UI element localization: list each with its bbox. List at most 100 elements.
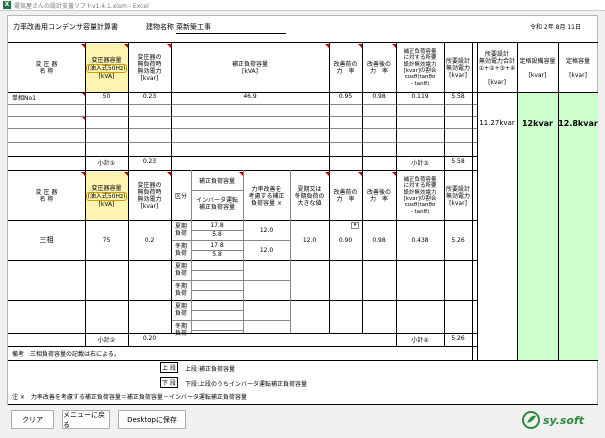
season-header: 夏期又は 冬期負荷の 大きな値 (294, 185, 325, 207)
pf-after-1[interactable]: 0.98 (362, 93, 396, 100)
transformer-name-1[interactable]: 単相No1 (12, 93, 36, 102)
grid-line (444, 170, 445, 346)
total-header: 所要設計 無効電力合計 ①+②+③+④ [kvar] (478, 50, 516, 86)
winter-improve-value: 12.0 (259, 246, 274, 254)
pf-after-header-2: 改善後の力 率 (366, 189, 391, 203)
grid-line (472, 42, 473, 360)
grid-line (191, 290, 243, 291)
subtotal-4-value: 5.26 (451, 335, 465, 342)
grid-line (362, 42, 363, 170)
noload-header-2: 変圧器の 無負荷時 無効電力 [kvar] (137, 182, 162, 210)
grid-line (8, 128, 477, 129)
summer-inverter-value[interactable]: 5.8 (191, 230, 243, 239)
grid-line (8, 142, 477, 143)
summer-label-2: 夏期 負荷 (174, 263, 187, 277)
grid-line (8, 404, 598, 405)
building-name[interactable]: 菜新築工事 (176, 22, 286, 34)
transformer-name-2[interactable]: 三相 (8, 220, 85, 260)
grid-line (171, 240, 290, 241)
grid-line (8, 42, 598, 43)
grid-line (128, 42, 129, 170)
equipment-header: 変 圧 器名 称 (35, 61, 58, 75)
improve-header: 力率改善を 考慮する補正 負荷容量 × (248, 185, 285, 207)
summer-label-1: 夏期 負荷 (174, 223, 187, 237)
required-header-2: 所要設計 無効電力 [kvar] (445, 185, 470, 207)
pf-after-2[interactable]: 0.98 (362, 220, 396, 260)
ratio-2: 0.438 (411, 236, 429, 244)
corrected-load-1[interactable]: 46.9 (171, 93, 329, 100)
footnote-text: 注 × 力率改善を考慮する補正負荷容量＝補正負荷容量－インバータ運転補正負荷容量 (12, 394, 247, 401)
inverter-header: インバータ運転 補正負荷容量 (195, 197, 238, 211)
subtotal-2-value: 0.20 (142, 335, 157, 342)
grid-line (329, 42, 330, 170)
window-title: 電気屋さんの設計支援ソフトv1.4.1.xlsm - Excel (14, 2, 149, 10)
required-2: 5.26 (451, 236, 465, 244)
grid-line (8, 156, 477, 157)
grid-line (8, 104, 477, 105)
winter-label-3: 冬期負荷 (174, 323, 187, 337)
winter-corrected-value[interactable]: 17.8 (191, 241, 243, 250)
winter-label-1: 冬期 負荷 (174, 243, 187, 257)
back-to-menu-button[interactable]: メニューに戻る (62, 410, 110, 429)
capacity-header: 変圧器容量 (油入式50Hz) [kVA] (85, 56, 128, 80)
grid-line (396, 170, 397, 346)
grid-line (191, 190, 243, 191)
grid-line (85, 42, 86, 170)
grid-line (517, 42, 518, 360)
clear-button[interactable]: クリア (11, 410, 54, 429)
capacity-header-2: 変圧器容量 (油入式50Hz) [kVA] (85, 184, 128, 208)
grid-line (477, 42, 478, 360)
window-titlebar: X 電気屋さんの設計支援ソフトv1.4.1.xlsm - Excel (0, 0, 605, 11)
corrected-load-header-2: 補正負荷容量 (198, 177, 235, 185)
subtotal-1-label: 小計① (97, 160, 116, 167)
pf-before-header-2: 改善前の力 率 (333, 189, 358, 203)
subtotal-1-value: 0.23 (142, 158, 157, 165)
upper-text: 上段:補正負荷容量 (185, 366, 236, 373)
rated-equipment-header: 定格設備容量 [kvar] (519, 57, 556, 79)
ratio-header-2: 補正負荷容量 に対する所要 設計無効電力 [kvar]の割合 cosθ(tanθo -… (403, 176, 437, 215)
transformer-noload-2: 0.2 (144, 236, 155, 244)
summer-corrected-value[interactable]: 17.8 (191, 221, 243, 230)
grid-line (362, 170, 363, 333)
grid-line (396, 42, 397, 170)
grid-line (8, 333, 477, 334)
pf-before-1[interactable]: 0.95 (329, 93, 362, 100)
grid-line (171, 42, 172, 170)
rated-value: 12.8kvar (558, 118, 598, 128)
excel-icon: X (3, 1, 11, 9)
grid-line (243, 170, 244, 333)
transformer-noload-1: 0.23 (142, 93, 157, 100)
building-label: 建物名称 (146, 23, 174, 31)
grid-line (85, 170, 86, 346)
max-season-value: 12.0 (302, 236, 317, 244)
grid-line (191, 310, 243, 311)
grid-line (8, 360, 598, 361)
winter-label-2: 冬期 負荷 (174, 283, 187, 297)
grid-line (444, 42, 445, 170)
rated-equipment-value: 12kvar (521, 118, 553, 128)
save-to-desktop-button[interactable]: Desktopに保存 (118, 410, 186, 429)
equipment-header-2: 変 圧 器名 称 (35, 189, 58, 203)
grid-line (171, 280, 290, 281)
grid-line (128, 170, 129, 346)
grid-line (558, 42, 559, 360)
grid-line (191, 250, 243, 251)
lower-text: 下段:上段のうちインバータ運転補正負荷容量 (185, 381, 308, 388)
ratio-1: 0.119 (411, 93, 429, 100)
rated-header: 定格容量 [kvar] (565, 57, 590, 79)
summer-label-3: 夏期 負荷 (174, 303, 187, 317)
upper-box: 上 段 (160, 362, 178, 373)
transformer-capacity-1[interactable]: 50 (85, 93, 128, 100)
subtotal-4-label: 小計④ (411, 337, 429, 344)
remark-text: 備考 三相負荷容量の記載は右による。 (12, 351, 120, 358)
pf-before-dropdown[interactable]: ▾ (351, 222, 359, 229)
subtotal-3-label: 小計③ (411, 160, 429, 167)
transformer-capacity-2[interactable]: 75 (85, 220, 128, 260)
winter-inverter-value[interactable]: 5.8 (191, 250, 243, 259)
sy-soft-logo: sy.soft (522, 409, 592, 431)
grid-line (171, 320, 290, 321)
grid-line (191, 170, 192, 333)
required-header: 所要設計 無効電力 [kvar] (445, 57, 470, 79)
logo-text: sy.soft (543, 413, 585, 427)
grid-line (171, 170, 172, 333)
